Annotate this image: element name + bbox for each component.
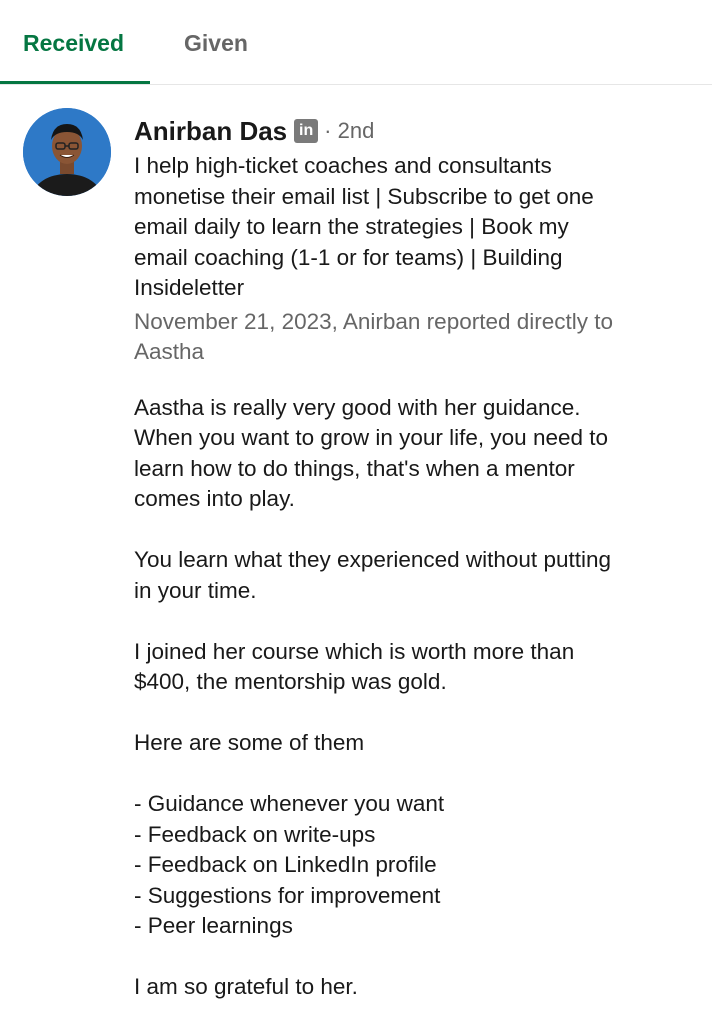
relationship-info: November 21, 2023, Anirban reported dire…	[134, 307, 694, 368]
list-item: - Suggestions for improvement	[134, 882, 441, 908]
headline-line: Insideletter	[134, 275, 245, 300]
recommender-name[interactable]: Anirban Das	[134, 116, 287, 147]
text-line: When you want to grow in your life, you …	[134, 425, 609, 450]
list-item: - Peer learnings	[134, 913, 293, 938]
benefits-list: - Guidance whenever you want - Feedback …	[134, 789, 694, 942]
closing-line: I am so grateful to her.	[134, 974, 358, 999]
recommender-header: Anirban Das in · 2nd	[134, 112, 694, 150]
text-line: You learn what they experienced without …	[134, 547, 611, 572]
text-line: learn how to do things, that's when a me…	[134, 455, 575, 481]
paragraph: Here are some of them	[134, 730, 365, 755]
list-item: - Feedback on LinkedIn profile	[134, 852, 437, 877]
text-line: comes into play.	[134, 486, 295, 511]
relation-line: November 21, 2023, Anirban reported dire…	[134, 308, 614, 334]
linkedin-icon: in	[294, 119, 319, 143]
relation-line: Aastha	[134, 339, 205, 364]
recommendation-card: Anirban Das in · 2nd I help high-ticket …	[134, 112, 694, 1033]
text-line: Aastha is really very good with her guid…	[134, 394, 581, 420]
headline-line: email daily to learn the strategies | Bo…	[134, 214, 569, 239]
recommendation-text: Aastha is really very good with her guid…	[134, 393, 694, 1003]
text-line: in your time.	[134, 577, 257, 603]
paragraph: You learn what they experienced without …	[134, 545, 694, 606]
list-item: - Guidance whenever you want	[134, 791, 445, 816]
profile-photo	[23, 108, 111, 196]
text-line: $400, the mentorship was gold.	[134, 669, 447, 694]
tab-received[interactable]: Received	[23, 30, 124, 57]
recommendations-tabs: Received Given	[0, 0, 712, 85]
active-tab-indicator	[0, 81, 150, 84]
paragraph: I joined her course which is worth more …	[134, 637, 694, 698]
tab-given[interactable]: Given	[184, 30, 248, 57]
headline-line: monetise their email list | Subscribe to…	[134, 183, 594, 209]
headline-line: email coaching (1-1 or for teams) | Buil…	[134, 244, 563, 270]
avatar[interactable]	[23, 108, 111, 196]
paragraph: Aastha is really very good with her guid…	[134, 393, 694, 515]
text-line: I joined her course which is worth more …	[134, 638, 575, 664]
headline-line: I help high-ticket coaches and consultan…	[134, 153, 552, 178]
connection-degree: · 2nd	[324, 118, 375, 143]
list-item: - Feedback on write-ups	[134, 821, 376, 847]
recommender-headline: I help high-ticket coaches and consultan…	[134, 151, 694, 304]
